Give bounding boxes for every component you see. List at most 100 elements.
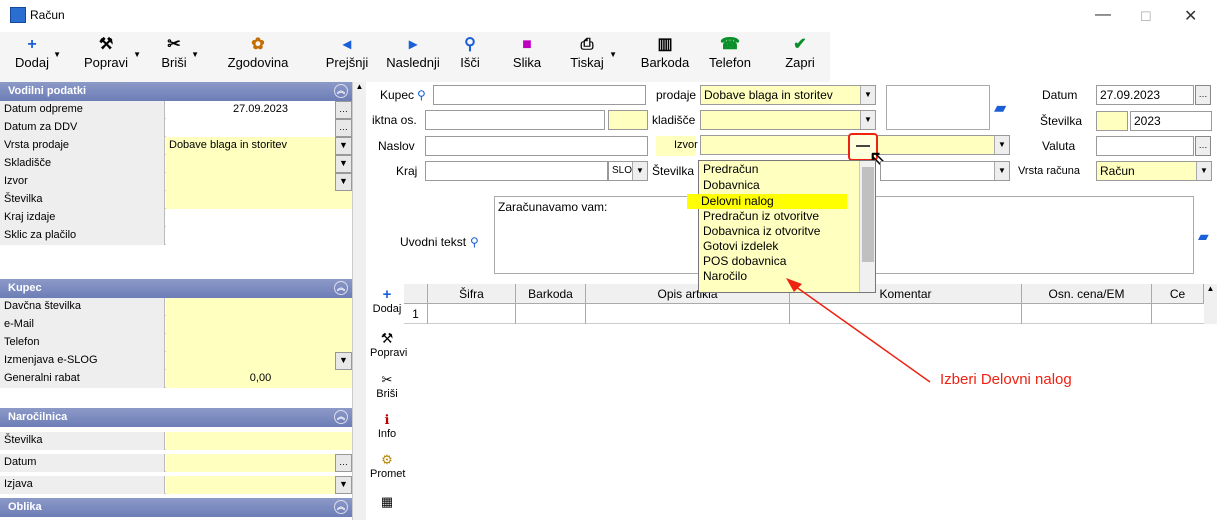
notes-box[interactable]: [886, 85, 990, 130]
collapse-icon[interactable]: ︽: [334, 500, 348, 514]
order-number-field[interactable]: [166, 432, 352, 450]
phone-button[interactable]: ☎ Telefon: [702, 32, 758, 82]
barcode-button[interactable]: ▥ Barkoda: [634, 32, 696, 82]
tax-id-extra-field[interactable]: [608, 110, 648, 130]
table-cell[interactable]: [516, 304, 586, 324]
previous-button[interactable]: ◂ Prejšnji: [322, 32, 372, 82]
grid-scroll-up-icon[interactable]: ▲: [1204, 284, 1217, 324]
tax-id-field[interactable]: [425, 110, 605, 130]
maximize-icon[interactable]: ☐: [1140, 9, 1152, 25]
section-header-vodilni[interactable]: Vodilni podatki ︽: [0, 82, 352, 101]
close-form-button[interactable]: ✔ Zapri: [780, 32, 820, 82]
dropdown-item[interactable]: Predračun iz otvoritve: [701, 209, 846, 224]
date-dispatch-field[interactable]: 27.09.2023: [166, 101, 352, 119]
history-button[interactable]: ✿ Zgodovina: [222, 32, 294, 82]
ellipsis-icon[interactable]: …: [335, 454, 352, 472]
date-picker-button[interactable]: …: [1195, 85, 1211, 105]
invoice-prefix-field[interactable]: [1096, 111, 1128, 131]
section-header-kupec[interactable]: Kupec ︽: [0, 279, 352, 298]
column-header[interactable]: Osn. cena/EM: [1022, 284, 1152, 304]
date-field[interactable]: 27.09.2023: [1096, 85, 1194, 105]
dropdown-item[interactable]: Predračun: [701, 162, 846, 177]
dropdown-item[interactable]: Dobavnica iz otvoritve: [701, 224, 846, 239]
sales-type-select[interactable]: Dobave blaga in storitev ▼: [700, 85, 876, 105]
chevron-down-icon[interactable]: ▼: [335, 352, 352, 370]
statement-select[interactable]: [166, 476, 352, 494]
tax-number-field[interactable]: [166, 298, 352, 316]
discount-field[interactable]: 0,00: [166, 370, 352, 388]
table-cell[interactable]: [586, 304, 790, 324]
document-icon[interactable]: ▰: [1198, 228, 1209, 245]
number-select[interactable]: ▼: [880, 161, 1010, 181]
search-icon[interactable]: ⚲: [417, 86, 426, 104]
close-icon[interactable]: ✕: [1184, 6, 1197, 26]
chevron-down-icon[interactable]: ▼: [335, 155, 352, 173]
vat-date-field[interactable]: [166, 119, 352, 137]
chevron-down-icon[interactable]: ▼: [335, 476, 352, 494]
column-header[interactable]: Ce: [1152, 284, 1204, 304]
side-delete-button[interactable]: ✂ Briši: [370, 372, 404, 400]
table-cell[interactable]: [1022, 304, 1152, 324]
column-header[interactable]: Barkoda: [516, 284, 586, 304]
sales-type-select[interactable]: Dobave blaga in storitev: [166, 137, 352, 155]
phone-field[interactable]: [166, 334, 352, 352]
side-edit-button[interactable]: ⚒ Popravi: [370, 330, 407, 359]
address-field[interactable]: [425, 136, 648, 156]
search-button[interactable]: ⚲ Išči: [454, 32, 486, 82]
email-field[interactable]: [166, 316, 352, 334]
section-header-oblika[interactable]: Oblika ︽: [0, 498, 352, 517]
eslog-select[interactable]: [166, 352, 352, 370]
invoice-number-field[interactable]: 2023: [1130, 111, 1212, 131]
dropdown-item[interactable]: Gotovi izdelek: [701, 239, 846, 254]
customer-field[interactable]: [433, 85, 646, 105]
place-field[interactable]: [166, 209, 352, 227]
payment-ref-field[interactable]: [166, 227, 352, 245]
collapse-icon[interactable]: ︽: [334, 84, 348, 98]
image-button[interactable]: ■ Slika: [508, 32, 546, 82]
side-info-button[interactable]: ℹ Info: [370, 412, 404, 440]
chevron-down-icon[interactable]: ▼: [632, 162, 647, 180]
dropdown-item[interactable]: POS dobavnica: [701, 254, 846, 269]
chevron-down-icon[interactable]: ▼: [335, 173, 352, 191]
prop-row: e-Mail: [0, 316, 352, 334]
warehouse-select[interactable]: ▼: [700, 110, 876, 130]
delete-button[interactable]: ✂ Briši ▼: [158, 32, 199, 82]
currency-field[interactable]: [1096, 136, 1194, 156]
invoice-type-select[interactable]: Račun ▼: [1096, 161, 1212, 181]
order-date-field[interactable]: [166, 454, 352, 472]
collapse-icon[interactable]: ︽: [334, 410, 348, 424]
ellipsis-icon[interactable]: …: [335, 101, 352, 119]
document-icon[interactable]: ▰: [994, 98, 1006, 118]
chevron-down-icon[interactable]: ▼: [860, 86, 875, 104]
chevron-down-icon[interactable]: ▼: [994, 136, 1009, 154]
column-header[interactable]: Šifra: [428, 284, 516, 304]
collapse-icon[interactable]: ︽: [334, 281, 348, 295]
minimize-icon[interactable]: —: [1095, 6, 1111, 24]
source-select[interactable]: [166, 173, 352, 191]
dropdown-item[interactable]: Dobavnica: [701, 178, 846, 193]
scroll-up-icon[interactable]: ▲: [353, 82, 366, 91]
chevron-down-icon[interactable]: ▼: [860, 111, 875, 129]
chevron-down-icon[interactable]: ▼: [1196, 162, 1211, 180]
country-select[interactable]: SLO ▼: [608, 161, 648, 181]
print-button[interactable]: ⎙ Tiskaj ▼: [566, 32, 617, 82]
left-panel-scrollbar[interactable]: ▲: [352, 82, 366, 520]
chevron-down-icon[interactable]: ▼: [335, 137, 352, 155]
dropdown-item-selected[interactable]: Delovni nalog: [687, 194, 847, 209]
side-more-button[interactable]: ▦: [370, 494, 404, 510]
ellipsis-icon[interactable]: …: [335, 119, 352, 137]
number-field[interactable]: [166, 191, 352, 209]
search-icon[interactable]: ⚲: [470, 233, 479, 251]
edit-button[interactable]: ⚒ Popravi ▼: [80, 32, 141, 82]
side-add-button[interactable]: + Dodaj: [370, 286, 404, 315]
side-traffic-button[interactable]: ⚙ Promet: [370, 452, 405, 480]
add-button[interactable]: + Dodaj ▼: [12, 32, 61, 82]
city-field[interactable]: [425, 161, 608, 181]
section-header-narocilnica[interactable]: Naročilnica ︽: [0, 408, 352, 427]
next-button[interactable]: ▸ Naslednji: [380, 32, 446, 82]
warehouse-select[interactable]: [166, 155, 352, 173]
currency-picker-button[interactable]: …: [1195, 136, 1211, 156]
chevron-down-icon[interactable]: ▼: [994, 162, 1009, 180]
table-cell[interactable]: [428, 304, 516, 324]
scroll-thumb[interactable]: [862, 167, 874, 262]
